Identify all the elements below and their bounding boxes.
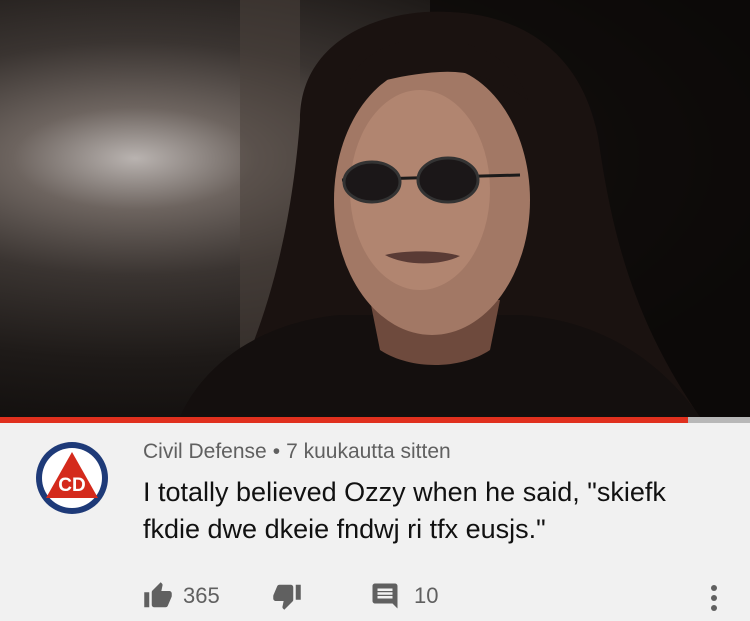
civil-defense-logo: CD: [36, 442, 108, 514]
more-vertical-icon: [711, 585, 717, 611]
video-frame-image: [180, 0, 750, 417]
reply-button[interactable]: 10: [370, 578, 438, 614]
comment-author[interactable]: Civil Defense: [143, 440, 267, 463]
like-count: 365: [183, 583, 220, 608]
reply-count: 10: [414, 583, 439, 608]
video-player[interactable]: [0, 0, 750, 417]
comment-icon: [372, 583, 398, 609]
comment-timestamp[interactable]: 7 kuukautta sitten: [286, 440, 451, 463]
svg-text:CD: CD: [58, 475, 85, 496]
more-options-button[interactable]: [704, 580, 724, 616]
like-button[interactable]: 365: [143, 578, 220, 614]
meta-separator: •: [272, 440, 281, 463]
thumbs-up-icon: [144, 582, 172, 608]
thumbs-down-icon: [273, 584, 301, 610]
comment-text: I totally believed Ozzy when he said, "s…: [143, 477, 666, 544]
dislike-button[interactable]: [272, 578, 302, 614]
avatar[interactable]: CD: [34, 440, 110, 516]
comment-meta: Civil Defense • 7 kuukautta sitten: [143, 440, 451, 464]
